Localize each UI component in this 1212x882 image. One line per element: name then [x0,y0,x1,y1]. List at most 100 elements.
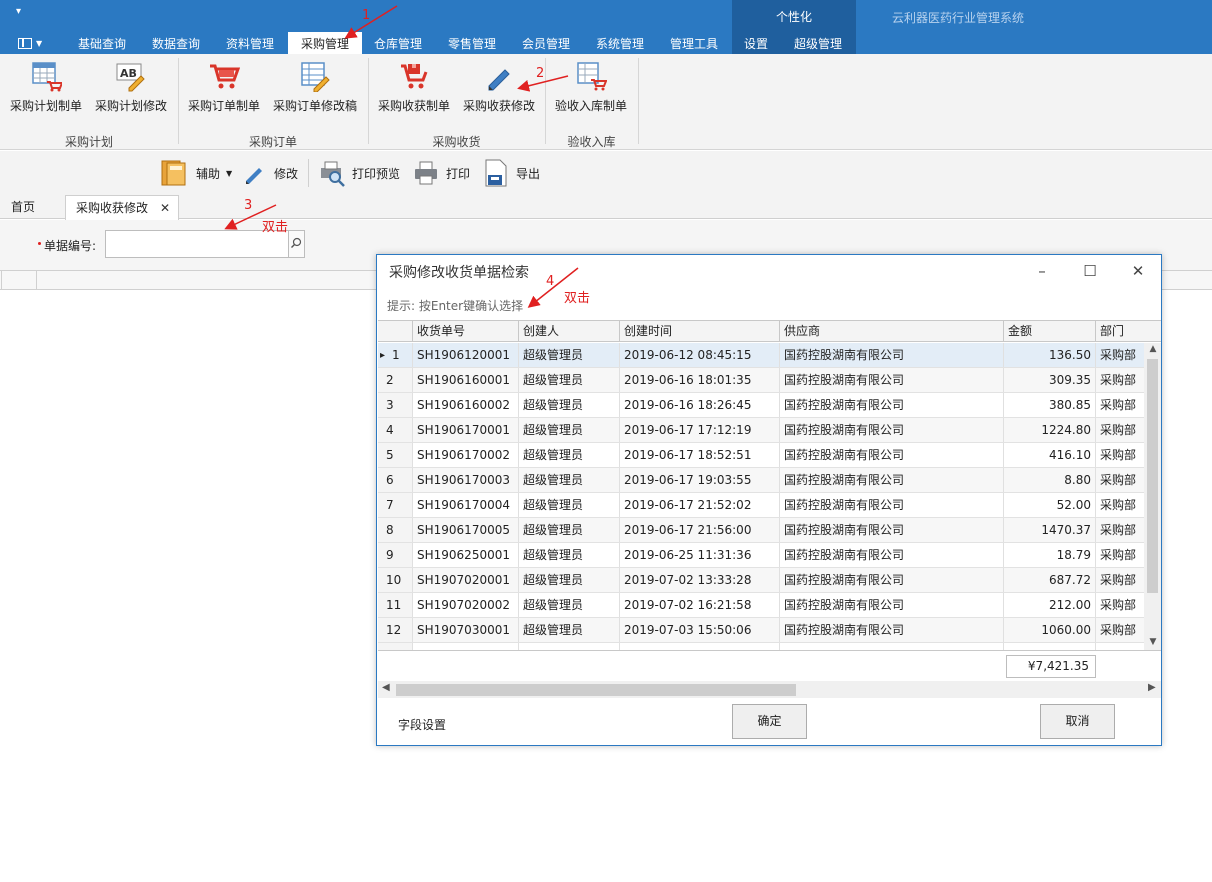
close-icon[interactable]: ✕ [1129,262,1147,280]
table-row[interactable] [378,643,1146,650]
tab-data-query[interactable]: 数据查询 [152,32,200,54]
cell-create-time: 2019-06-17 21:52:02 [620,493,780,517]
cell-creator: 超级管理员 [519,368,620,392]
tab-tools[interactable]: 管理工具 [670,32,718,54]
doc-tab-label: 采购收获修改 [76,201,149,215]
ribbon-group-purchase-order: 采购订单 [248,135,297,149]
doc-tab-receipt-edit[interactable]: 采购收获修改 ✕ [65,195,180,220]
search-icon [291,237,302,248]
inspection-stockin-create-button[interactable]: 验收入库制单 [555,60,627,114]
ribbon-button-label: 采购计划修改 [95,99,168,113]
close-icon[interactable]: ✕ [160,201,170,215]
table-row[interactable]: 3 SH1906160002 超级管理员 2019-06-16 18:26:45 国药控… [378,393,1146,418]
cell-receipt-no: SH1906170002 [413,443,519,467]
quick-access-caret-icon[interactable]: ▾ [16,6,21,17]
cell-department: 采购部 [1096,468,1146,492]
col-create-time[interactable]: 创建时间 [620,321,780,342]
col-receipt-no[interactable]: 收货单号 [413,321,519,342]
tab-super-admin[interactable]: 超级管理 [794,32,842,54]
grid-header-row: 收货单号 创建人 创建时间 供应商 金额 部门 [378,321,1161,342]
cell-creator [519,643,620,650]
table-row[interactable]: 9 SH1906250001 超级管理员 2019-06-25 11:31:36 国药控… [378,543,1146,568]
cell-create-time: 2019-07-03 15:50:06 [620,618,780,642]
toolbar: 辅助 ▼ 修改 打印预览 打印 导出 [0,151,1212,195]
annotation-step-1: 1 [362,8,371,23]
app-title: 云利器医药行业管理系统 [892,11,1025,25]
maximize-icon[interactable]: ☐ [1081,262,1099,280]
table-row[interactable]: 12 SH1907030001 超级管理员 2019-07-03 15:50:06 国药… [378,618,1146,643]
app-menu-caret-icon[interactable]: ▼ [36,39,42,48]
purchase-receipt-edit-button[interactable]: 采购收获修改 [463,60,535,114]
tab-purchase-mgmt[interactable]: 采购管理 [288,32,362,54]
ribbon-separator [178,58,179,144]
purchase-order-edit-button[interactable]: 采购订单修改稿 [273,60,357,114]
pencil-icon [483,60,515,92]
receipt-search-dialog: 采购修改收货单据检索 – ☐ ✕ 提示: 按Enter键确认选择 收货单号 创建… [376,254,1162,746]
ribbon-button-label: 采购收获制单 [378,99,451,113]
purchase-order-create-button[interactable]: 采购订单制单 [188,60,260,114]
minimize-icon[interactable]: – [1033,262,1051,280]
tab-settings[interactable]: 设置 [744,32,768,54]
table-row[interactable]: 4 SH1906170001 超级管理员 2019-06-17 17:12:19 国药控… [378,418,1146,443]
row-index [378,643,413,650]
cancel-button[interactable]: 取消 [1040,704,1115,739]
purchase-receipt-create-button[interactable]: 采购收获制单 [378,60,450,114]
cell-supplier: 国药控股湖南有限公司 [780,343,1004,367]
app-menu-icon[interactable] [18,38,32,49]
cell-creator: 超级管理员 [519,543,620,567]
print-preview-button[interactable]: 打印预览 [318,157,400,189]
annotation-dblclick-1: 双击 [262,220,289,235]
scroll-up-icon[interactable]: ▲ [1148,344,1158,354]
assist-dropdown-button[interactable]: 辅助 ▼ [160,157,232,189]
ribbon-tab-bar: ▾ 个性化 云利器医药行业管理系统 ▼ 基础查询 数据查询 资料管理 采购管理 … [0,0,1212,54]
cell-receipt-no [413,643,519,650]
table-row[interactable]: 5 SH1906170002 超级管理员 2019-06-17 18:52:51 国药控… [378,443,1146,468]
tab-warehouse-mgmt[interactable]: 仓库管理 [374,32,422,54]
col-creator[interactable]: 创建人 [519,321,620,342]
col-department[interactable]: 部门 [1096,321,1161,342]
table-row[interactable]: 7 SH1906170004 超级管理员 2019-06-17 21:52:02 国药控… [378,493,1146,518]
col-amount[interactable]: 金额 [1004,321,1096,342]
doc-tab-home[interactable]: 首页 [11,195,35,219]
purchase-plan-create-button[interactable]: 采购计划制单 [10,60,82,114]
tab-member-mgmt[interactable]: 会员管理 [522,32,570,54]
table-row[interactable]: 11 SH1907020002 超级管理员 2019-07-02 16:21:58 国药… [378,593,1146,618]
cell-supplier: 国药控股湖南有限公司 [780,443,1004,467]
document-tab-bar: 首页 采购收获修改 ✕ [0,195,1212,220]
vertical-scroll-thumb[interactable] [1147,359,1158,593]
col-supplier[interactable]: 供应商 [780,321,1004,342]
export-button[interactable]: 导出 [482,157,540,189]
table-row[interactable]: 8 SH1906170005 超级管理员 2019-06-17 21:56:00 国药控… [378,518,1146,543]
horizontal-scroll-thumb[interactable] [396,684,796,696]
horizontal-scrollbar[interactable]: ◀ ▶ [378,681,1161,698]
scroll-right-icon[interactable]: ▶ [1148,682,1156,693]
field-settings-link[interactable]: 字段设置 [398,716,446,733]
table-row[interactable]: 6 SH1906170003 超级管理员 2019-06-17 19:03:55 国药控… [378,468,1146,493]
ribbon-button-label: 采购收获修改 [463,99,536,113]
scroll-down-icon[interactable]: ▼ [1148,637,1158,647]
table-row[interactable]: 2 SH1906160001 超级管理员 2019-06-16 18:01:35 国药控… [378,368,1146,393]
cell-department: 采购部 [1096,418,1146,442]
cart-icon [208,60,241,92]
books-icon [161,160,186,186]
edit-button[interactable]: 修改 [242,157,298,189]
table-row[interactable]: 10 SH1907020001 超级管理员 2019-07-02 13:33:28 国药… [378,568,1146,593]
table-row[interactable]: ▸ 1 SH1906120001 超级管理员 2019-06-12 08:45:15 国药… [378,343,1146,368]
vertical-scrollbar[interactable]: ▲ ▼ [1144,343,1161,650]
ok-button[interactable]: 确定 [732,704,807,739]
cell-creator: 超级管理员 [519,443,620,467]
row-index: 4 [378,418,413,442]
tab-retail-mgmt[interactable]: 零售管理 [448,32,496,54]
cell-department: 采购部 [1096,343,1146,367]
tab-basic-query[interactable]: 基础查询 [78,32,126,54]
scroll-left-icon[interactable]: ◀ [382,682,390,693]
print-button[interactable]: 打印 [412,157,470,189]
tab-system-mgmt[interactable]: 系统管理 [596,32,644,54]
ribbon-group-inspection-stockin: 验收入库 [567,135,616,149]
cell-department: 采购部 [1096,393,1146,417]
purchase-plan-edit-button[interactable]: AB 采购计划修改 [95,60,167,114]
grid-summary-row: ¥7,421.35 [378,650,1161,680]
tab-material-mgmt[interactable]: 资料管理 [226,32,274,54]
search-button[interactable] [288,230,305,258]
cell-create-time: 2019-06-17 18:52:51 [620,443,780,467]
